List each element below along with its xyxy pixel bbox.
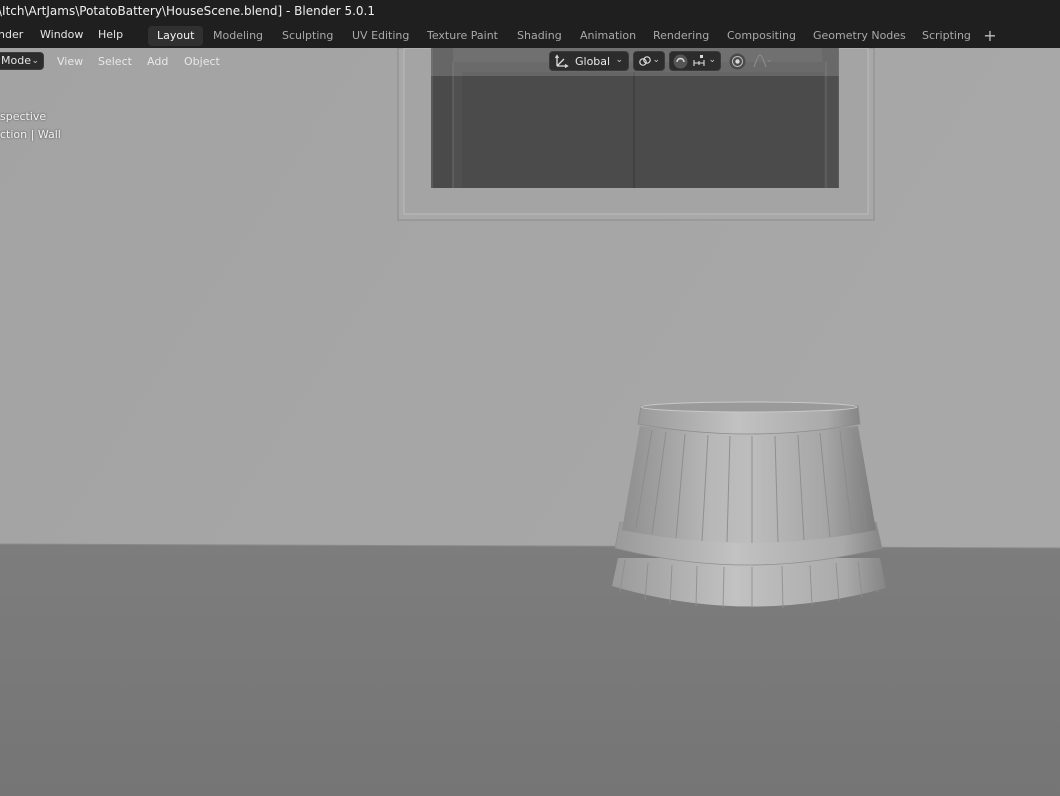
chevron-down-icon: ⌄ (31, 56, 39, 66)
tab-scripting[interactable]: Scripting (913, 26, 980, 46)
chevron-down-icon: ⌄ (765, 55, 773, 65)
window-title: \Itch\ArtJams\PotatoBattery\HouseScene.b… (0, 4, 376, 18)
add-workspace-button[interactable]: + (981, 25, 999, 47)
title-bar: \Itch\ArtJams\PotatoBattery\HouseScene.b… (0, 0, 1060, 24)
tab-sculpting[interactable]: Sculpting (273, 26, 342, 46)
tab-geometry-nodes[interactable]: Geometry Nodes (804, 26, 915, 46)
menu-render[interactable]: nder (0, 28, 23, 41)
tab-modeling[interactable]: Modeling (204, 26, 272, 46)
chevron-down-icon: ⌄ (708, 55, 716, 65)
menu-view[interactable]: View (57, 55, 83, 68)
orientation-label: Global (575, 55, 611, 68)
floor (0, 544, 1060, 796)
tab-compositing[interactable]: Compositing (718, 26, 805, 46)
tab-layout[interactable]: Layout (148, 26, 204, 46)
top-menubar: nder Window Help Layout Modeling Sculpti… (0, 24, 1060, 48)
menu-add[interactable]: Add (147, 55, 168, 68)
chevron-down-icon: ⌄ (652, 55, 660, 65)
transform-orientation-select[interactable]: Global ⌄ (549, 51, 629, 71)
snap-toggle[interactable]: ⌄ (669, 51, 721, 71)
tab-shading[interactable]: Shading (508, 26, 571, 46)
menu-select[interactable]: Select (98, 55, 132, 68)
tab-animation[interactable]: Animation (571, 26, 645, 46)
tab-texture-paint[interactable]: Texture Paint (418, 26, 507, 46)
mode-select[interactable]: Mode ⌄ (0, 52, 44, 70)
tab-rendering[interactable]: Rendering (644, 26, 718, 46)
proportional-edit-icon (729, 53, 746, 70)
view-collection-label: ction | Wall (0, 128, 61, 141)
link-icon (639, 56, 651, 66)
menu-object[interactable]: Object (184, 55, 220, 68)
menu-window[interactable]: Window (40, 28, 83, 41)
magnet-icon (673, 54, 688, 69)
mode-select-label: Mode (1, 54, 31, 67)
viewport-header: Mode ⌄ View Select Add Object (0, 48, 1060, 74)
3d-viewport[interactable]: spective ction | Wall (0, 48, 1060, 796)
bucket-model (612, 401, 886, 609)
transform-orientation-icon (555, 54, 569, 68)
pivot-point-select[interactable]: ⌄ (633, 51, 665, 71)
scene-render (0, 48, 1060, 796)
menu-help[interactable]: Help (98, 28, 123, 41)
tab-uv-editing[interactable]: UV Editing (343, 26, 418, 46)
snap-increment-icon (693, 55, 705, 66)
chevron-down-icon: ⌄ (615, 55, 623, 65)
proportional-edit-group[interactable]: ⌄ (726, 51, 778, 71)
view-perspective-label: spective (0, 110, 47, 123)
